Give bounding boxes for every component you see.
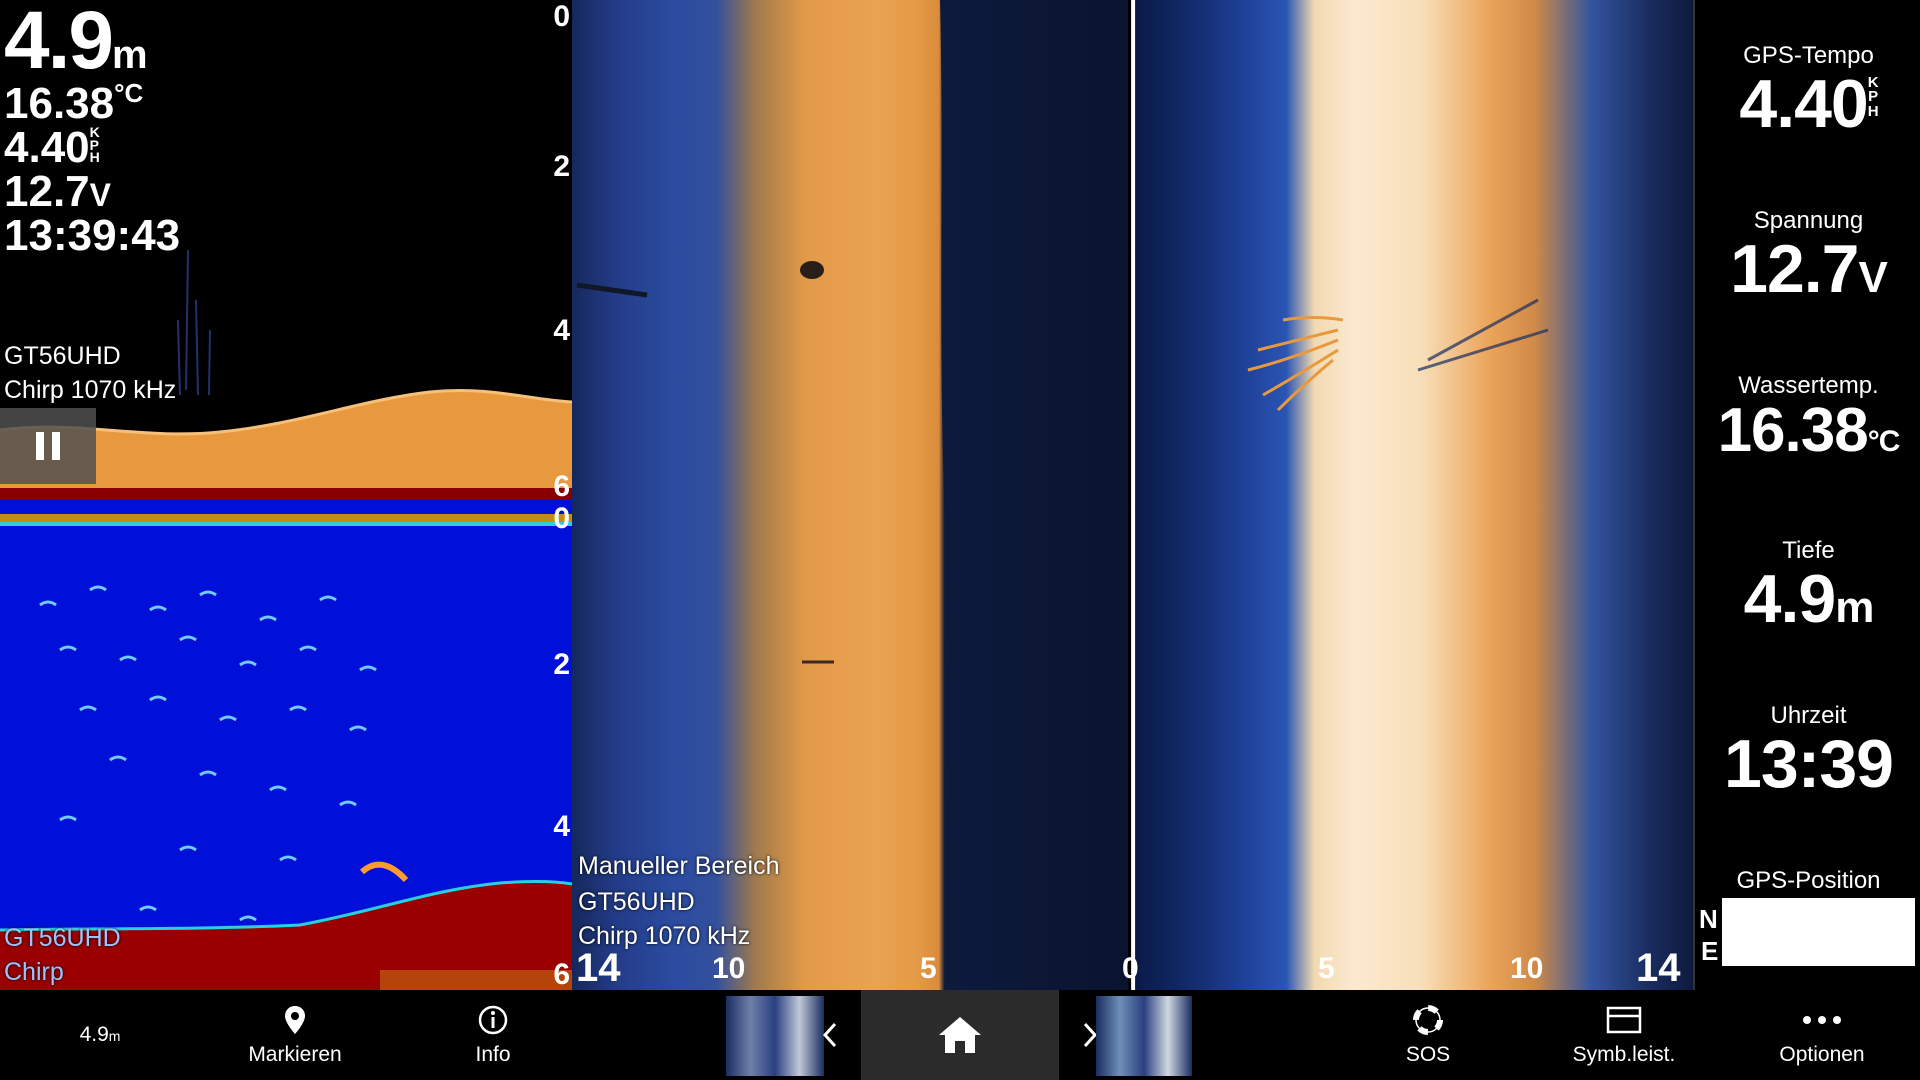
sonar-overlay-readouts: 4.9m 16.38°C 4.40K P H 12.7V 13:39:43 xyxy=(4,0,180,258)
field-value: 16.38°C xyxy=(1717,396,1901,465)
location-pin-icon xyxy=(283,1003,307,1037)
field-value: 13:39 xyxy=(1724,726,1894,802)
options-label: Optionen xyxy=(1779,1043,1865,1066)
scale-label: 14 xyxy=(576,946,621,990)
pause-icon xyxy=(36,432,44,460)
sos-button[interactable]: SOS xyxy=(1360,990,1496,1080)
depth-readout: 4.9m xyxy=(4,0,148,86)
mode-label: Chirp xyxy=(4,958,64,986)
frequency-label: Chirp 1070 kHz xyxy=(4,376,177,404)
bottom-toolbar: 4.9m Markieren Info SOS Symb.leist. Opti… xyxy=(0,990,1920,1080)
field-label: GPS-Position xyxy=(1736,867,1881,894)
gps-position-field[interactable]: GPS-Position xyxy=(1695,867,1920,895)
pause-button[interactable] xyxy=(0,408,96,484)
previous-page-button[interactable] xyxy=(810,990,850,1080)
field-value: 12.7V xyxy=(1730,231,1888,307)
color-sonar-graphic xyxy=(0,514,572,990)
lifebuoy-icon xyxy=(1413,1003,1443,1037)
toolbar-label: Symb.leist. xyxy=(1572,1043,1676,1066)
downscan-graphic xyxy=(576,0,957,990)
screen-layout-icon xyxy=(1606,1003,1642,1037)
voltage-readout: 12.7V xyxy=(4,167,111,216)
scale-label: 5 xyxy=(920,952,937,985)
gps-speed-field[interactable]: GPS-Tempo 4.40K P H xyxy=(1695,42,1920,138)
sos-label: SOS xyxy=(1405,1043,1451,1066)
downscan-scale: 14 10 5 xyxy=(572,946,1128,990)
info-button[interactable]: Info xyxy=(424,990,562,1080)
range-mode-label: Manueller Bereich xyxy=(578,852,780,880)
data-fields-sidebar[interactable]: GPS-Tempo 4.40K P H Spannung 12.7V Wassert… xyxy=(1693,0,1920,990)
water-temp-readout: 16.38°C xyxy=(4,78,144,128)
depth-scale-tick: 0 xyxy=(553,502,570,535)
depth-scale-tick: 4 xyxy=(553,314,570,347)
home-icon xyxy=(936,1017,984,1053)
voltage-field[interactable]: Spannung 12.7V xyxy=(1695,207,1920,303)
home-button[interactable] xyxy=(861,990,1059,1080)
info-label: Info xyxy=(475,1043,511,1066)
mark-waypoint-button[interactable]: Markieren xyxy=(226,990,364,1080)
options-button[interactable]: Optionen xyxy=(1752,990,1892,1080)
scale-label: 14 xyxy=(1636,946,1681,990)
scale-label: 0 xyxy=(1122,952,1139,985)
depth-toolbar-readout[interactable]: 4.9m xyxy=(40,990,160,1080)
scale-label: 10 xyxy=(712,952,746,985)
color-sonar-pane[interactable]: GT56UHD Chirp 0 2 4 6 xyxy=(0,500,572,990)
scale-label: 5 xyxy=(1318,952,1335,985)
depth-field[interactable]: Tiefe 4.9m xyxy=(1695,537,1920,633)
more-dots-icon xyxy=(1802,1003,1842,1037)
info-icon xyxy=(478,1003,508,1037)
gps-position-value-box xyxy=(1722,898,1915,966)
depth-scale-tick: 6 xyxy=(553,958,570,990)
latitude-prefix: N xyxy=(1699,904,1718,934)
water-temp-field[interactable]: Wassertemp. 16.38°C xyxy=(1695,372,1920,462)
scale-label: 10 xyxy=(1510,952,1544,985)
transducer-label: GT56UHD xyxy=(4,924,121,952)
depth-scale-tick: 0 xyxy=(553,0,570,33)
depth-scale-tick: 6 xyxy=(553,470,570,500)
time-field[interactable]: Uhrzeit 13:39 xyxy=(1695,702,1920,798)
field-value: 4.9m xyxy=(1743,561,1875,637)
sidescan-pane[interactable] xyxy=(1128,0,1693,990)
longitude-prefix: E xyxy=(1701,936,1719,966)
transducer-label: GT56UHD xyxy=(4,342,121,370)
depth-scale-tick: 4 xyxy=(553,810,570,843)
traditional-sonar-pane[interactable]: 4.9m 16.38°C 4.40K P H 12.7V 13:39:43 GT56… xyxy=(0,0,572,500)
time-readout: 13:39:43 xyxy=(4,211,181,260)
sidescan-scale: 0 5 10 14 xyxy=(1122,946,1693,990)
mark-label: Markieren xyxy=(248,1043,342,1066)
field-value: 4.40K P H xyxy=(1739,66,1878,142)
downscan-pane[interactable]: Manueller Bereich GT56UHD Chirp 1070 kHz xyxy=(572,0,1128,990)
depth-scale-tick: 2 xyxy=(553,648,570,681)
toolbar-toggle-button[interactable]: Symb.leist. xyxy=(1552,990,1696,1080)
chevron-left-icon xyxy=(822,1018,838,1052)
transducer-label: GT56UHD xyxy=(578,888,695,916)
depth-scale-tick: 2 xyxy=(553,150,570,183)
next-page-thumbnail[interactable] xyxy=(1096,996,1192,1076)
speed-readout: 4.40K P H xyxy=(4,123,100,172)
sidescan-graphic xyxy=(1247,298,1549,412)
